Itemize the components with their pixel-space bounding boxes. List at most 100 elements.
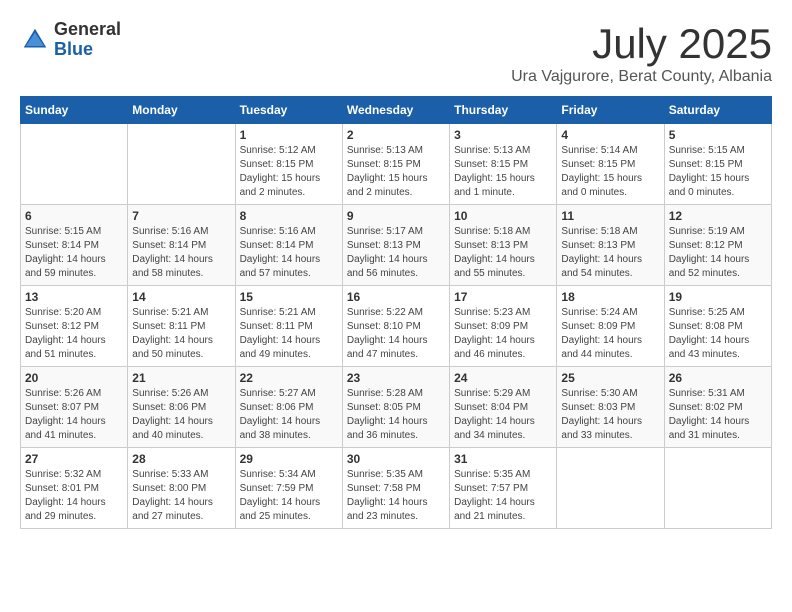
day-cell: 25Sunrise: 5:30 AMSunset: 8:03 PMDayligh… [557, 367, 664, 448]
day-detail: Sunset: 8:02 PM [669, 401, 767, 415]
day-number: 23 [347, 371, 445, 385]
day-detail: Sunset: 7:59 PM [240, 482, 338, 496]
day-detail: Sunset: 8:04 PM [454, 401, 552, 415]
day-detail: Sunrise: 5:15 AM [25, 225, 123, 239]
day-detail: Sunrise: 5:31 AM [669, 387, 767, 401]
day-number: 15 [240, 290, 338, 304]
day-detail: Sunset: 8:09 PM [454, 320, 552, 334]
day-cell: 3Sunrise: 5:13 AMSunset: 8:15 PMDaylight… [450, 124, 557, 205]
day-number: 10 [454, 209, 552, 223]
day-number: 13 [25, 290, 123, 304]
day-detail: Sunrise: 5:12 AM [240, 144, 338, 158]
month-title: July 2025 [511, 20, 772, 68]
day-detail: Daylight: 14 hours and 43 minutes. [669, 334, 767, 362]
weekday-header-saturday: Saturday [664, 97, 771, 124]
day-detail: Sunrise: 5:24 AM [561, 306, 659, 320]
weekday-header-tuesday: Tuesday [235, 97, 342, 124]
day-detail: Sunset: 8:15 PM [347, 158, 445, 172]
day-number: 2 [347, 128, 445, 142]
day-cell: 24Sunrise: 5:29 AMSunset: 8:04 PMDayligh… [450, 367, 557, 448]
day-detail: Sunrise: 5:16 AM [132, 225, 230, 239]
day-detail: Sunset: 7:57 PM [454, 482, 552, 496]
day-detail: Daylight: 14 hours and 59 minutes. [25, 253, 123, 281]
day-detail: Sunrise: 5:27 AM [240, 387, 338, 401]
day-detail: Sunrise: 5:15 AM [669, 144, 767, 158]
day-detail: Daylight: 14 hours and 44 minutes. [561, 334, 659, 362]
day-number: 31 [454, 452, 552, 466]
day-number: 5 [669, 128, 767, 142]
day-detail: Sunset: 8:06 PM [240, 401, 338, 415]
day-cell: 23Sunrise: 5:28 AMSunset: 8:05 PMDayligh… [342, 367, 449, 448]
day-detail: Sunset: 8:03 PM [561, 401, 659, 415]
day-detail: Sunrise: 5:26 AM [25, 387, 123, 401]
day-detail: Sunrise: 5:18 AM [454, 225, 552, 239]
day-number: 28 [132, 452, 230, 466]
day-detail: Sunset: 8:00 PM [132, 482, 230, 496]
day-cell: 14Sunrise: 5:21 AMSunset: 8:11 PMDayligh… [128, 286, 235, 367]
day-number: 8 [240, 209, 338, 223]
logo-blue: Blue [54, 40, 121, 60]
day-number: 24 [454, 371, 552, 385]
weekday-header-wednesday: Wednesday [342, 97, 449, 124]
day-detail: Sunset: 8:05 PM [347, 401, 445, 415]
day-detail: Daylight: 14 hours and 41 minutes. [25, 415, 123, 443]
day-detail: Sunrise: 5:25 AM [669, 306, 767, 320]
day-cell: 22Sunrise: 5:27 AMSunset: 8:06 PMDayligh… [235, 367, 342, 448]
day-detail: Sunrise: 5:35 AM [347, 468, 445, 482]
day-detail: Sunrise: 5:19 AM [669, 225, 767, 239]
day-detail: Daylight: 14 hours and 46 minutes. [454, 334, 552, 362]
day-cell: 16Sunrise: 5:22 AMSunset: 8:10 PMDayligh… [342, 286, 449, 367]
day-detail: Daylight: 14 hours and 25 minutes. [240, 496, 338, 524]
day-detail: Daylight: 15 hours and 2 minutes. [347, 172, 445, 200]
page-header: General Blue July 2025 Ura Vajgurore, Be… [20, 20, 772, 86]
day-detail: Daylight: 14 hours and 58 minutes. [132, 253, 230, 281]
day-detail: Sunset: 8:14 PM [240, 239, 338, 253]
day-cell: 26Sunrise: 5:31 AMSunset: 8:02 PMDayligh… [664, 367, 771, 448]
day-number: 11 [561, 209, 659, 223]
day-detail: Daylight: 14 hours and 55 minutes. [454, 253, 552, 281]
day-detail: Daylight: 14 hours and 52 minutes. [669, 253, 767, 281]
title-section: July 2025 Ura Vajgurore, Berat County, A… [511, 20, 772, 86]
logo: General Blue [20, 20, 121, 60]
day-detail: Daylight: 14 hours and 50 minutes. [132, 334, 230, 362]
day-detail: Daylight: 14 hours and 47 minutes. [347, 334, 445, 362]
day-cell: 28Sunrise: 5:33 AMSunset: 8:00 PMDayligh… [128, 448, 235, 529]
weekday-header-friday: Friday [557, 97, 664, 124]
day-cell: 9Sunrise: 5:17 AMSunset: 8:13 PMDaylight… [342, 205, 449, 286]
day-cell: 2 Sunrise: 5:13 AMSunset: 8:15 PMDaylight… [342, 124, 449, 205]
day-number: 18 [561, 290, 659, 304]
day-detail: Sunrise: 5:33 AM [132, 468, 230, 482]
day-detail: Sunset: 8:01 PM [25, 482, 123, 496]
day-detail: Sunrise: 5:13 AM [347, 144, 445, 158]
day-detail: Sunrise: 5:17 AM [347, 225, 445, 239]
day-detail: Daylight: 14 hours and 34 minutes. [454, 415, 552, 443]
day-detail: Sunrise: 5:35 AM [454, 468, 552, 482]
day-detail: Sunset: 8:13 PM [347, 239, 445, 253]
day-number: 3 [454, 128, 552, 142]
weekday-header-row: SundayMondayTuesdayWednesdayThursdayFrid… [21, 97, 772, 124]
day-detail: Daylight: 14 hours and 31 minutes. [669, 415, 767, 443]
day-detail: Sunrise: 5:23 AM [454, 306, 552, 320]
day-cell: 30Sunrise: 5:35 AMSunset: 7:58 PMDayligh… [342, 448, 449, 529]
day-cell: 18Sunrise: 5:24 AMSunset: 8:09 PMDayligh… [557, 286, 664, 367]
day-detail: Daylight: 14 hours and 56 minutes. [347, 253, 445, 281]
day-number: 4 [561, 128, 659, 142]
day-detail: Sunset: 8:11 PM [132, 320, 230, 334]
day-detail: Sunset: 8:15 PM [454, 158, 552, 172]
day-detail: Daylight: 14 hours and 51 minutes. [25, 334, 123, 362]
day-number: 20 [25, 371, 123, 385]
day-number: 29 [240, 452, 338, 466]
day-detail: Daylight: 14 hours and 38 minutes. [240, 415, 338, 443]
day-cell: 17 Sunrise: 5:23 AMSunset: 8:09 PMDayligh… [450, 286, 557, 367]
day-detail: Daylight: 15 hours and 0 minutes. [561, 172, 659, 200]
day-detail: Daylight: 14 hours and 49 minutes. [240, 334, 338, 362]
day-number: 6 [25, 209, 123, 223]
day-detail: Sunrise: 5:20 AM [25, 306, 123, 320]
day-cell: 8Sunrise: 5:16 AMSunset: 8:14 PMDaylight… [235, 205, 342, 286]
day-number: 17 [454, 290, 552, 304]
day-detail: Sunset: 8:12 PM [25, 320, 123, 334]
day-number: 7 [132, 209, 230, 223]
day-detail: Daylight: 14 hours and 40 minutes. [132, 415, 230, 443]
week-row-1: 1Sunrise: 5:12 AMSunset: 8:15 PMDaylight… [21, 124, 772, 205]
day-detail: Sunset: 8:15 PM [669, 158, 767, 172]
